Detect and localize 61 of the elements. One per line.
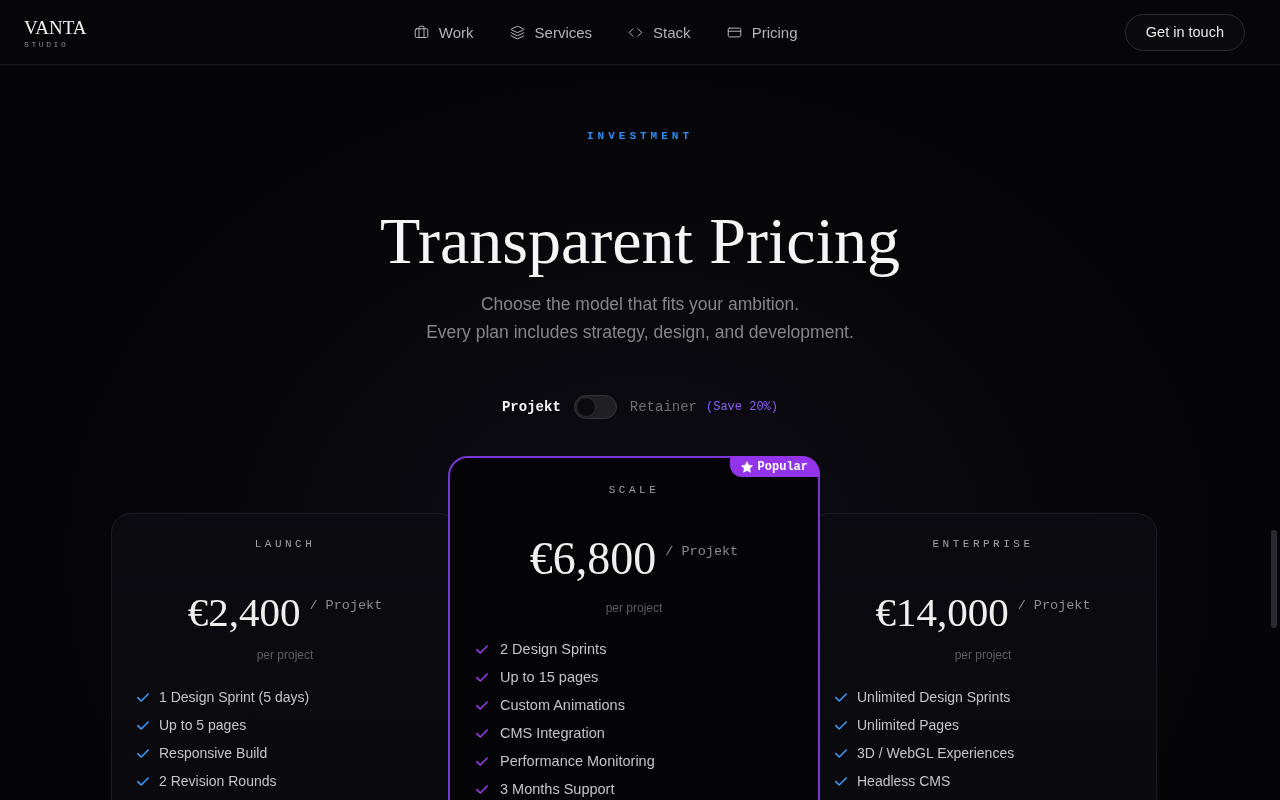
billing-option-label[interactable]: Retainer bbox=[629, 399, 697, 415]
logo-tagline: STUDIO bbox=[24, 39, 70, 49]
feature-text: Headless CMS bbox=[857, 773, 951, 789]
feature-text: Up to 5 pages bbox=[159, 717, 247, 733]
feature-text: 3D / WebGL Experiences bbox=[857, 745, 1015, 761]
check-icon bbox=[137, 692, 149, 702]
feature-text: CMS Integration bbox=[500, 725, 605, 741]
check-icon bbox=[476, 756, 488, 766]
price-unit: / Projekt bbox=[309, 598, 383, 613]
plan-price: €2,400 bbox=[187, 592, 301, 632]
check-icon bbox=[137, 776, 149, 786]
plan-name: ENTERPRISE bbox=[932, 537, 1034, 552]
check-icon bbox=[476, 700, 488, 710]
price-caption: per project bbox=[954, 647, 1012, 663]
section-eyebrow: INVESTMENT bbox=[587, 129, 693, 144]
plan-price: €6,800 bbox=[529, 536, 657, 582]
briefcase-icon bbox=[413, 24, 429, 40]
feature-text: Responsive Build bbox=[159, 745, 268, 761]
layers-icon bbox=[509, 24, 525, 40]
discount-note: (Save 20%) bbox=[706, 400, 778, 414]
check-icon bbox=[476, 644, 488, 654]
subtitle-text: Choose the model that fits your ambition. bbox=[480, 293, 800, 316]
check-icon bbox=[476, 728, 488, 738]
price-unit: / Projekt bbox=[1017, 598, 1091, 613]
get-in-touch-button[interactable]: Get in touch bbox=[1124, 13, 1245, 51]
price-caption: per project bbox=[256, 647, 314, 663]
feature-text: 3 Months Support bbox=[500, 781, 615, 797]
billing-toggle-switch[interactable] bbox=[573, 395, 617, 419]
feature-text: Performance Monitoring bbox=[500, 753, 655, 769]
nav-link[interactable]: Services bbox=[509, 23, 593, 41]
check-icon bbox=[835, 776, 847, 786]
feature-text: 1 Design Sprint (5 days) bbox=[159, 689, 310, 705]
billing-option-label[interactable]: Projekt bbox=[501, 399, 561, 415]
check-icon bbox=[476, 672, 488, 682]
check-icon bbox=[476, 784, 488, 794]
feature-text: Unlimited Pages bbox=[857, 717, 959, 733]
plan-name: LAUNCH bbox=[254, 537, 316, 552]
feature-text: Up to 15 pages bbox=[500, 669, 599, 685]
feature-text: Custom Animations bbox=[500, 697, 625, 713]
feature-text: 2 Revision Rounds bbox=[159, 773, 277, 789]
check-icon bbox=[835, 692, 847, 702]
scrollbar-thumb[interactable] bbox=[1271, 530, 1277, 628]
check-icon bbox=[835, 720, 847, 730]
plan-price: €14,000 bbox=[875, 592, 1009, 632]
price-unit: / Projekt bbox=[665, 544, 739, 559]
feature-text: Unlimited Design Sprints bbox=[857, 689, 1011, 705]
nav-link[interactable]: Pricing bbox=[726, 23, 798, 41]
check-icon bbox=[835, 748, 847, 758]
nav-link[interactable]: Work bbox=[413, 23, 474, 41]
nav-link[interactable]: Stack bbox=[628, 23, 691, 41]
check-icon bbox=[137, 720, 149, 730]
star-icon bbox=[740, 460, 753, 473]
plan-name: SCALE bbox=[608, 483, 660, 498]
price-caption: per project bbox=[605, 600, 663, 616]
check-icon bbox=[137, 748, 149, 758]
subtitle-text: Every plan includes strategy, design, and development. bbox=[426, 321, 854, 344]
credit-card-icon bbox=[726, 24, 742, 40]
feature-text: 2 Design Sprints bbox=[500, 641, 607, 657]
page-title: Transparent Pricing bbox=[380, 204, 900, 277]
badge-label: Popular bbox=[757, 459, 808, 474]
logo-wordmark: VANTA bbox=[24, 17, 87, 37]
